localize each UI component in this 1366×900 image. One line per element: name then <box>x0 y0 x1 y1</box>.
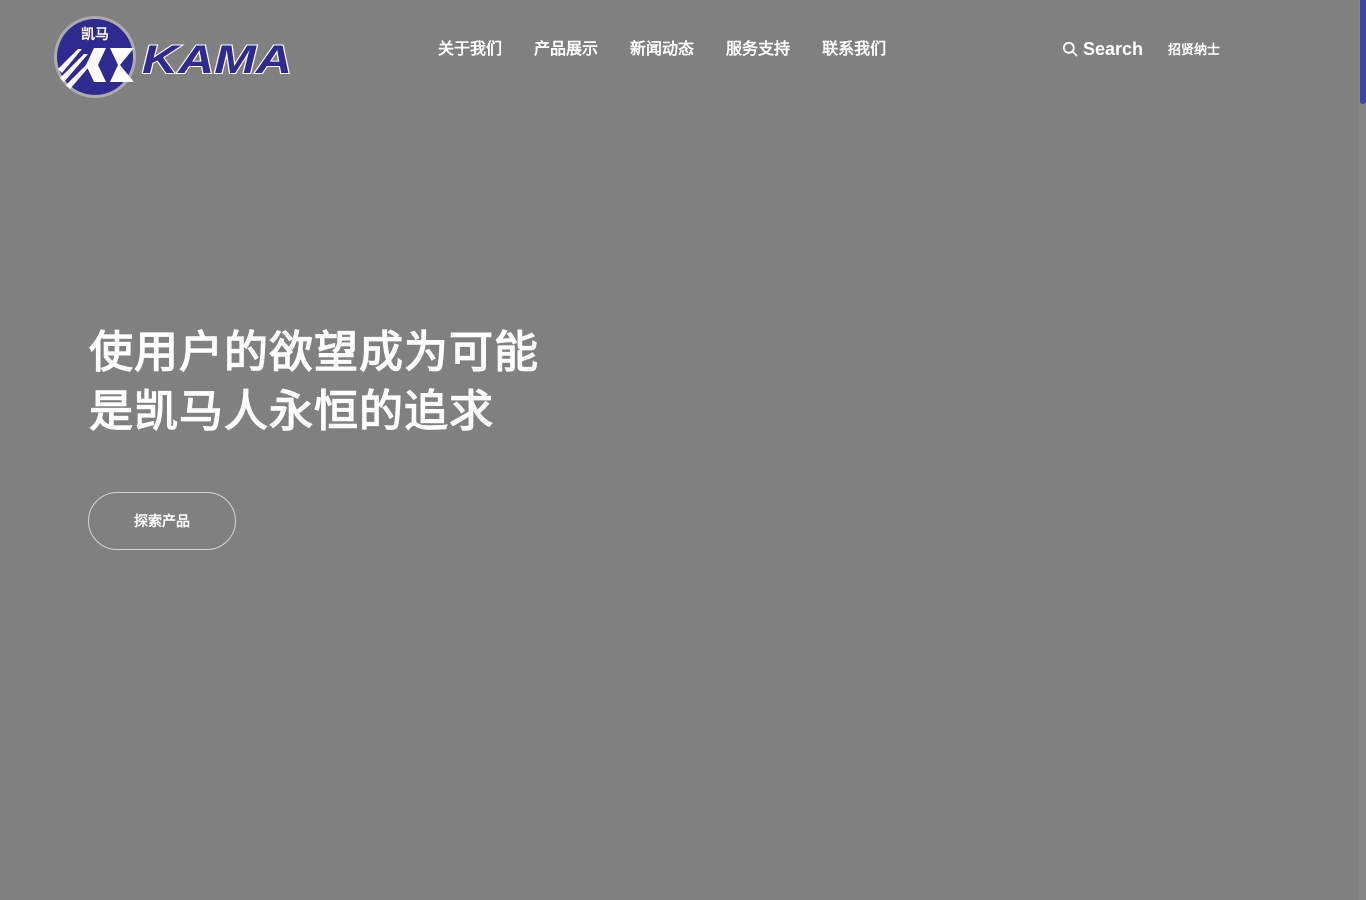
nav-contact[interactable]: 联系我们 <box>822 37 886 61</box>
explore-products-button[interactable]: 探索产品 <box>88 492 236 550</box>
nav-support[interactable]: 服务支持 <box>726 37 790 61</box>
search-icon <box>1062 41 1078 57</box>
search-button[interactable]: Search <box>1062 38 1143 60</box>
nav-news[interactable]: 新闻动态 <box>630 37 694 61</box>
hero-title-line-1: 使用户的欲望成为可能 <box>89 327 539 378</box>
nav-products[interactable]: 产品展示 <box>534 37 598 61</box>
logo-wordmark: KAMA <box>142 38 292 82</box>
kama-logo[interactable]: 凯马 KAMA <box>54 15 294 101</box>
recruit-link[interactable]: 招贤纳士 <box>1168 41 1220 61</box>
page-scrollbar[interactable] <box>1359 0 1366 900</box>
search-label: Search <box>1083 39 1144 59</box>
hero-title-line-2: 是凯马人永恒的追求 <box>89 386 494 437</box>
hero-title: 使用户的欲望成为可能 是凯马人永恒的追求 <box>89 323 539 441</box>
kama-logo-graphic: 凯马 KAMA <box>54 16 293 98</box>
logo-emblem-text: 凯马 <box>81 26 109 43</box>
nav-about[interactable]: 关于我们 <box>438 37 502 61</box>
main-nav: 关于我们 产品展示 新闻动态 服务支持 联系我们 <box>438 37 886 61</box>
page: 凯马 KAMA 关于我们 产品展示 新闻动态 服务支持 联系我们 Search … <box>0 0 1366 900</box>
scrollbar-thumb[interactable] <box>1360 0 1366 104</box>
